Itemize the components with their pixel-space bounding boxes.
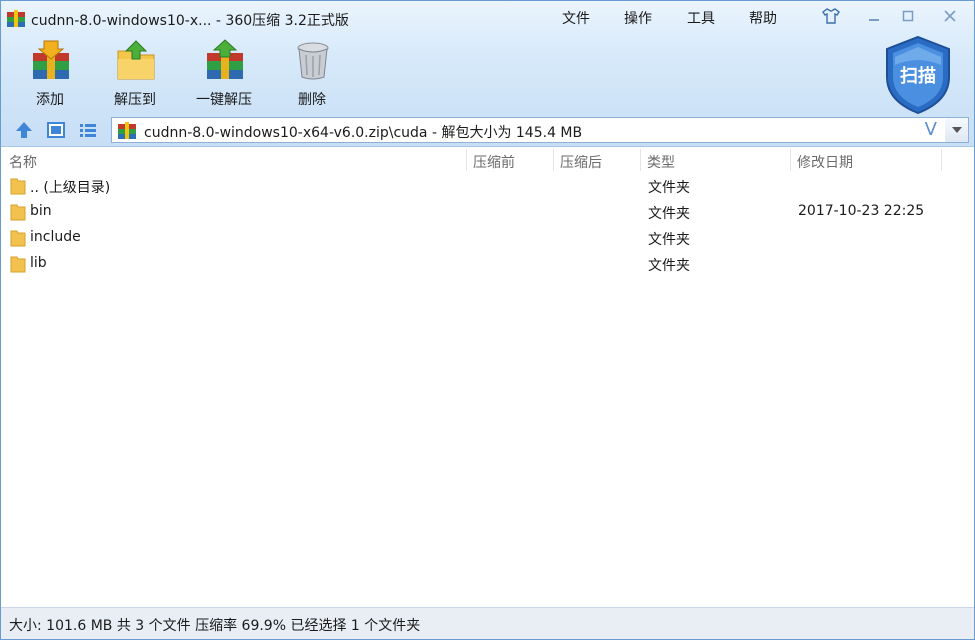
file-type: 文件夹 [648,206,690,222]
table-row[interactable]: .. (上级目录) 文件夹 [1,173,974,199]
column-divider[interactable] [640,149,641,171]
maximize-icon[interactable] [897,6,919,26]
column-divider[interactable] [553,149,554,171]
skin-icon[interactable] [820,6,842,26]
address-dropdown-button[interactable] [945,117,969,143]
extract-to-button[interactable]: 解压到 [102,39,168,111]
column-modified[interactable]: 修改日期 [797,152,853,172]
trash-icon [297,42,329,80]
app-logo-icon [7,10,25,27]
file-type: 文件夹 [648,258,690,274]
list-view-icon[interactable] [78,120,98,140]
column-divider[interactable] [790,149,791,171]
add-button[interactable]: 添加 [17,39,83,111]
close-icon[interactable] [939,6,961,26]
address-field[interactable]: cudnn-8.0-windows10-x64-v6.0.zip\cuda - … [111,117,946,143]
menu-file[interactable]: 文件 [562,8,590,28]
extract-folder-icon [117,40,155,80]
one-click-extract-button[interactable]: 一键解压 [191,39,257,111]
table-row[interactable]: lib 文件夹 [1,251,974,277]
file-type: 文件夹 [648,232,690,248]
extract-to-label: 解压到 [114,92,156,108]
folder-icon [10,256,26,273]
zip-file-icon [118,122,136,139]
address-verify-icon[interactable]: V [925,119,937,140]
file-modified: 2017-10-23 22:25 [798,203,925,219]
file-list: .. (上级目录) 文件夹 bin 文件夹 2017-10-23 22:25 i… [1,173,974,277]
column-name[interactable]: 名称 [9,152,37,172]
delete-button[interactable]: 删除 [279,39,345,111]
address-path: cudnn-8.0-windows10-x64-v6.0.zip\cuda - … [144,125,583,141]
menu-operate[interactable]: 操作 [624,8,652,28]
chevron-down-icon [951,127,962,133]
window-title: cudnn-8.0-windows10-x... - 360压缩 3.2正式版 [31,13,349,29]
scan-button[interactable]: 扫描 [883,35,953,115]
folder-icon [10,204,26,221]
one-click-extract-label: 一键解压 [196,92,252,108]
file-type: 文件夹 [648,180,690,196]
file-name: .. (上级目录) [30,180,111,196]
scan-label: 扫描 [900,66,936,87]
app-window: cudnn-8.0-windows10-x... - 360压缩 3.2正式版 … [0,0,975,640]
column-unpacked[interactable]: 压缩后 [560,152,602,172]
delete-label: 删除 [298,92,326,108]
menu-tools[interactable]: 工具 [687,8,715,28]
table-row[interactable]: include 文件夹 [1,225,974,251]
file-list-header: 名称 压缩前 压缩后 类型 修改日期 [1,147,974,173]
file-name: bin [30,203,52,219]
one-click-extract-icon [207,39,243,79]
minimize-icon[interactable] [863,6,885,26]
title-bar[interactable]: cudnn-8.0-windows10-x... - 360压缩 3.2正式版 … [1,1,974,35]
address-row: cudnn-8.0-windows10-x64-v6.0.zip\cuda - … [1,115,974,145]
add-archive-icon [33,40,69,79]
add-label: 添加 [36,92,64,108]
folder-icon [10,178,26,195]
header-area: cudnn-8.0-windows10-x... - 360压缩 3.2正式版 … [1,1,974,147]
up-arrow-icon[interactable] [14,120,34,140]
column-packed[interactable]: 压缩前 [473,152,515,172]
status-text: 大小: 101.6 MB 共 3 个文件 压缩率 69.9% 已经选择 1 个文… [9,618,421,634]
folder-icon [10,230,26,247]
file-name: lib [30,255,47,271]
file-name: include [30,229,81,245]
column-divider[interactable] [466,149,467,171]
table-row[interactable]: bin 文件夹 2017-10-23 22:25 [1,199,974,225]
column-type[interactable]: 类型 [647,152,675,172]
column-divider[interactable] [941,149,942,171]
status-bar: 大小: 101.6 MB 共 3 个文件 压缩率 69.9% 已经选择 1 个文… [1,607,974,639]
menu-help[interactable]: 帮助 [749,8,777,28]
icon-view-icon[interactable] [46,120,66,140]
